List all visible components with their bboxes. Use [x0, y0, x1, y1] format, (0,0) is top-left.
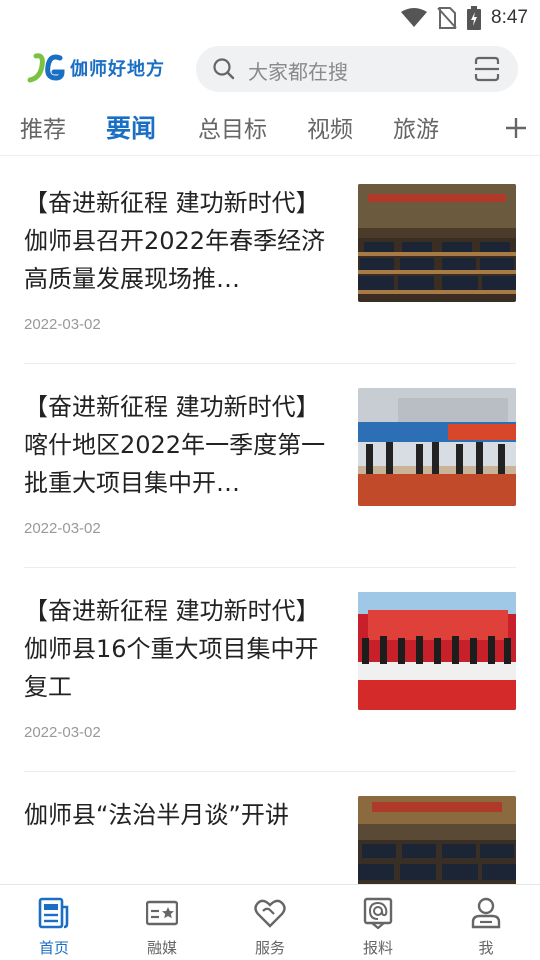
news-item[interactable]: 【奋进新征程 建功新时代】喀什地区2022年一季度第一批重大项目集中开… 202…	[0, 364, 540, 568]
nav-label: 服务	[254, 939, 285, 957]
tab-general-goals[interactable]: 总目标	[198, 110, 267, 144]
jg-logo-icon	[27, 53, 65, 83]
status-time: 8:47	[491, 7, 528, 28]
app-logo[interactable]: 伽师好地方	[26, 52, 165, 84]
add-tab-button[interactable]	[500, 110, 530, 144]
nav-home[interactable]: 首页	[0, 885, 108, 960]
search-input[interactable]: 大家都在搜	[196, 46, 518, 92]
nav-services[interactable]: 服务	[216, 885, 324, 960]
nav-label: 我	[478, 939, 494, 957]
scan-icon[interactable]	[474, 56, 500, 82]
status-icons: 8:47	[401, 6, 528, 30]
nav-label: 报料	[362, 939, 393, 957]
outdoor-ceremony-photo[interactable]	[358, 388, 516, 506]
news-icon	[38, 897, 69, 929]
tab-travel[interactable]: 旅游	[393, 110, 439, 144]
news-date: 2022-03-02	[24, 316, 101, 333]
meeting-hall-photo[interactable]	[358, 796, 516, 884]
search-icon	[213, 58, 235, 80]
no-sim-icon	[437, 7, 457, 29]
nav-report[interactable]: 报料	[324, 885, 432, 960]
status-bar: 8:47	[0, 0, 540, 36]
nav-label: 首页	[38, 939, 69, 957]
plus-icon	[506, 118, 526, 138]
category-tabs: 推荐 要闻 总目标 视频 旅游	[0, 100, 540, 156]
tab-fade	[456, 100, 500, 155]
report-at-icon	[363, 897, 393, 929]
tab-news[interactable]: 要闻	[106, 109, 156, 145]
news-title[interactable]: 【奋进新征程 建功新时代】伽师县16个重大项目集中开复工	[24, 592, 332, 706]
news-title[interactable]: 【奋进新征程 建功新时代】伽师县召开2022年春季经济高质量发展现场推…	[24, 184, 332, 298]
bottom-nav: 首页 融媒 服务 报料 我	[0, 884, 540, 960]
tab-recommend[interactable]: 推荐	[20, 110, 66, 144]
battery-charging-icon	[467, 6, 482, 30]
nav-me[interactable]: 我	[432, 885, 540, 960]
logo-text: 伽师好地方	[70, 59, 165, 80]
meeting-hall-photo[interactable]	[358, 184, 516, 302]
media-card-icon	[146, 900, 178, 926]
tab-video[interactable]: 视频	[307, 110, 353, 144]
news-date: 2022-03-02	[24, 520, 101, 537]
news-item[interactable]: 【奋进新征程 建功新时代】伽师县16个重大项目集中开复工 2022-03-02	[0, 568, 540, 772]
wifi-icon	[401, 8, 428, 27]
red-stage-ceremony-photo[interactable]	[358, 592, 516, 710]
news-date: 2022-03-02	[24, 724, 101, 741]
heart-service-icon	[254, 899, 286, 928]
news-title[interactable]: 【奋进新征程 建功新时代】喀什地区2022年一季度第一批重大项目集中开…	[24, 388, 332, 502]
search-placeholder: 大家都在搜	[248, 60, 348, 84]
news-item[interactable]: 伽师县“法治半月谈”开讲	[0, 772, 540, 884]
nav-media[interactable]: 融媒	[108, 885, 216, 960]
profile-icon	[471, 897, 501, 929]
news-list: 【奋进新征程 建功新时代】伽师县召开2022年春季经济高质量发展现场推… 202…	[0, 160, 540, 884]
nav-label: 融媒	[146, 939, 177, 957]
app-header: 伽师好地方 大家都在搜	[0, 44, 540, 94]
news-title[interactable]: 伽师县“法治半月谈”开讲	[24, 796, 332, 834]
news-item[interactable]: 【奋进新征程 建功新时代】伽师县召开2022年春季经济高质量发展现场推… 202…	[0, 160, 540, 364]
